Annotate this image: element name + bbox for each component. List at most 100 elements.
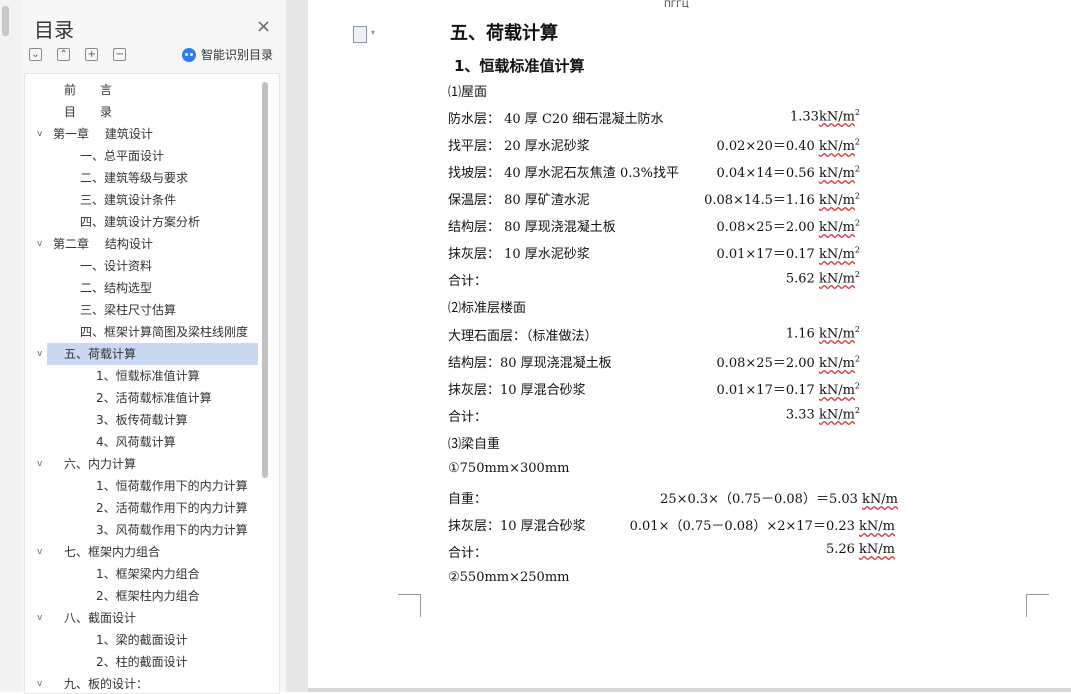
toc-item-label: 第一章 建筑设计 — [53, 127, 153, 141]
doc-line-label: ②550mm×250mm — [448, 570, 570, 585]
toc-item[interactable]: 二、建筑等级与要求 — [25, 167, 257, 189]
document-icon[interactable] — [353, 26, 375, 43]
doc-line-label: 抹灰层：10 厚混合砂浆 — [448, 519, 586, 534]
toc-item-label: 八、截面设计 — [64, 611, 137, 625]
toc-item[interactable]: v 五、荷载计算 — [37, 343, 258, 365]
toc-item-label: 3、风荷载作用下的内力计算 — [96, 523, 248, 537]
unit-exponent: 2 — [854, 218, 860, 228]
toc-item-label: 第二章 结构设计 — [53, 237, 153, 251]
add-heading-icon[interactable]: + — [85, 48, 99, 61]
chevron-down-icon[interactable]: v — [37, 541, 42, 563]
left-strip — [0, 0, 23, 692]
toc-item-label: 一、设计资料 — [80, 259, 153, 273]
toc-item[interactable]: v 第二章 结构设计 — [25, 233, 257, 255]
toc-item[interactable]: 2、框架柱内力组合 — [25, 585, 257, 607]
smart-toc-button[interactable]: 智能识别目录 — [182, 46, 273, 63]
unit-text: kN/m — [818, 109, 855, 125]
toc-item-label: 四、框架计算简图及梁柱线刚度 — [80, 325, 249, 339]
toc-item[interactable]: 4、风荷载计算 — [25, 431, 257, 453]
doc-line-label: 自重： — [448, 492, 488, 507]
toc-item[interactable]: 2、活荷载标准值计算 — [25, 387, 257, 409]
doc-line-label: 抹灰层： 10 厚水泥砂浆 — [448, 247, 590, 262]
toc-item[interactable]: 四、建筑设计方案分析 — [25, 211, 257, 233]
unit-text: kN/m — [818, 356, 855, 371]
unit-exponent: 2 — [854, 191, 860, 201]
toc-item-label: 前 言 — [64, 83, 113, 97]
calc-text: 0.08×25＝2.00 — [716, 220, 819, 235]
collapse-all-icon[interactable]: ⌄ — [29, 48, 42, 61]
unit-exponent: 2 — [854, 137, 860, 147]
toc-item[interactable]: 1、恒荷载作用下的内力计算 — [25, 475, 257, 497]
toc-panel: 目录 × ⌄ ⌃ + − 智能识别目录 前 言目 录 v 第一章 建筑设计 一、总平面… — [22, 0, 286, 694]
unit-text: kN/m — [818, 326, 855, 342]
toc-item-label: 一、总平面设计 — [80, 149, 165, 163]
toc-item-label: 2、框架柱内力组合 — [96, 589, 200, 603]
doc-line-value: 25×0.3×（0.75－0.08）＝5.03 kN/m — [660, 488, 898, 507]
unit-exponent: 2 — [854, 354, 860, 364]
unit-text: kN/m — [818, 271, 855, 287]
chevron-down-icon[interactable]: v — [37, 453, 42, 475]
toc-item-label: 三、梁柱尺寸估算 — [80, 303, 177, 317]
toc-item[interactable]: 目 录 — [25, 101, 257, 123]
doc-line-value: 1.16 kN/m2 — [786, 325, 860, 341]
toc-item-label: 四、建筑设计方案分析 — [80, 215, 201, 229]
unit-exponent: 2 — [854, 270, 860, 279]
toc-item[interactable]: 1、框架梁内力组合 — [25, 563, 257, 585]
doc-line-label: 抹灰层：10 厚混合砂浆 — [448, 383, 586, 398]
doc-line-value: 0.08×14.5＝1.16 kN/m2 — [704, 189, 860, 208]
toc-item-label: 二、建筑等级与要求 — [80, 171, 189, 185]
left-scroll-knob[interactable] — [2, 6, 9, 36]
calc-text: 25×0.3×（0.75－0.08）＝5.03 — [660, 492, 863, 507]
unit-exponent: 2 — [854, 381, 860, 391]
calc-text: 0.01×（0.75－0.08）×2×17＝0.23 — [629, 519, 860, 534]
toc-item[interactable]: 三、梁柱尺寸估算 — [25, 299, 257, 321]
calc-text: 0.08×14.5＝1.16 — [704, 193, 819, 208]
toc-item[interactable]: v 第一章 建筑设计 — [25, 123, 257, 145]
toc-item[interactable]: 2、柱的截面设计 — [25, 651, 257, 673]
toc-item-label: 1、恒荷载作用下的内力计算 — [96, 479, 248, 493]
doc-line-label: ⑴屋面 — [448, 85, 488, 100]
toc-item[interactable]: v 八、截面设计 — [25, 607, 257, 629]
chevron-down-icon[interactable]: v — [37, 343, 42, 365]
toc-item[interactable]: v 七、框架内力组合 — [25, 541, 257, 563]
toc-item[interactable]: v 九、板的设计： — [25, 673, 257, 693]
toc-item[interactable]: 一、设计资料 — [25, 255, 257, 277]
calc-text: 1.16 — [785, 326, 819, 342]
close-icon[interactable]: × — [256, 16, 271, 37]
page-top-fragment: ПГГЦ — [664, 0, 689, 10]
unit-text: kN/m — [818, 220, 855, 235]
remove-heading-icon[interactable]: − — [113, 48, 127, 61]
calc-text: 0.04×14＝0.56 — [716, 166, 819, 181]
toc-item[interactable]: 二、结构选型 — [25, 277, 257, 299]
doc-line-label: 保温层： 80 厚矿渣水泥 — [448, 193, 590, 208]
toc-item[interactable]: 3、板传荷载计算 — [25, 409, 257, 431]
unit-text: kN/m — [818, 193, 855, 208]
toc-item-label: 九、板的设计： — [64, 677, 149, 691]
toc-item-label: 2、活荷载作用下的内力计算 — [96, 501, 248, 515]
toc-item-label: 2、活荷载标准值计算 — [96, 391, 212, 405]
smart-recognize-icon — [182, 47, 196, 62]
toc-item[interactable]: 1、恒载标准值计算 — [25, 365, 257, 387]
page-corner-mark — [398, 594, 421, 617]
toc-item[interactable]: 前 言 — [25, 79, 257, 101]
toc-item-label: 1、梁的截面设计 — [96, 633, 188, 647]
unit-text: kN/m — [859, 519, 895, 534]
toc-item[interactable]: 1、梁的截面设计 — [25, 629, 257, 651]
expand-up-icon[interactable]: ⌃ — [57, 48, 71, 61]
toc-scrollbar[interactable] — [262, 82, 268, 478]
calc-text: 0.01×17＝0.17 — [716, 383, 819, 398]
chevron-down-icon[interactable]: v — [37, 673, 42, 693]
unit-text: kN/m — [818, 407, 855, 423]
toc-item[interactable]: v 六、内力计算 — [25, 453, 257, 475]
doc-line-value: 0.02×20＝0.40 kN/m2 — [716, 135, 860, 154]
chevron-down-icon[interactable]: v — [37, 123, 42, 145]
toc-item[interactable]: 四、框架计算简图及梁柱线刚度 — [25, 321, 257, 343]
chevron-down-icon[interactable]: v — [37, 607, 42, 629]
toc-item[interactable]: 3、风荷载作用下的内力计算 — [25, 519, 257, 541]
chevron-down-icon[interactable]: v — [37, 233, 42, 255]
toc-item[interactable]: 一、总平面设计 — [25, 145, 257, 167]
toc-item[interactable]: 三、建筑设计条件 — [25, 189, 257, 211]
toc-item-label: 4、风荷载计算 — [96, 435, 176, 449]
doc-margin — [286, 0, 308, 692]
toc-item[interactable]: 2、活荷载作用下的内力计算 — [25, 497, 257, 519]
